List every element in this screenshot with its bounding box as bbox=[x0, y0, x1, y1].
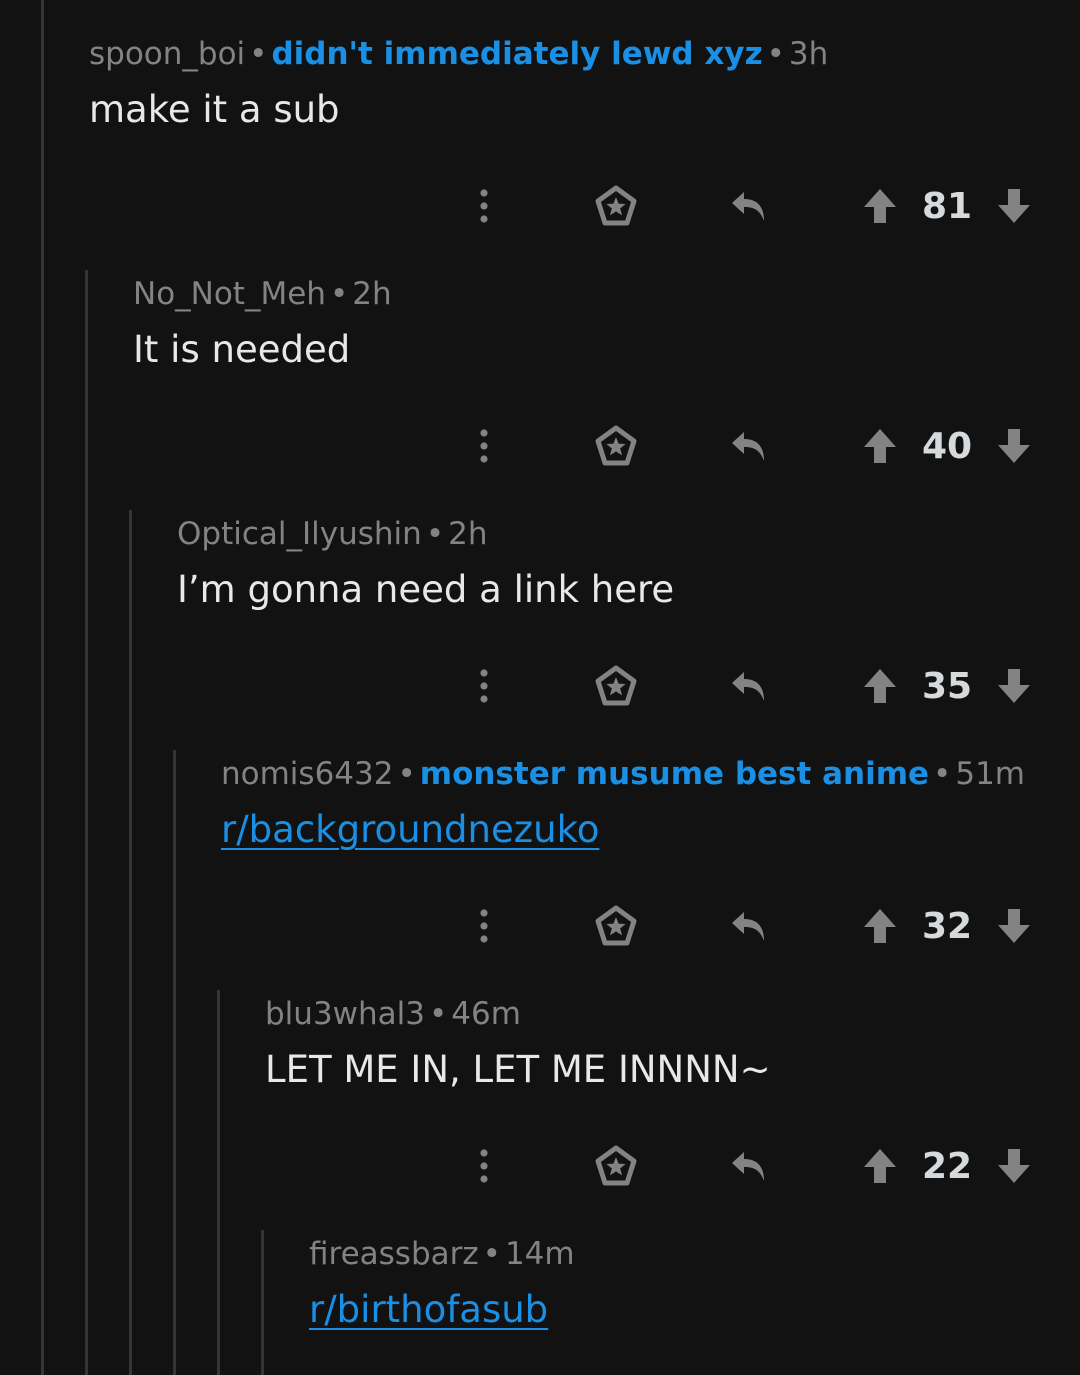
comment-username[interactable]: Optical_Ilyushin bbox=[177, 516, 422, 552]
downvote-arrow-icon[interactable] bbox=[992, 656, 1036, 716]
comment-username[interactable]: blu3whal3 bbox=[265, 996, 425, 1032]
comment-meta: blu3whal3 • 46m bbox=[265, 994, 1080, 1034]
vote-score: 81 bbox=[921, 185, 973, 227]
downvote-arrow-icon[interactable] bbox=[992, 416, 1036, 476]
comment-meta: fireassbarz • 14m bbox=[309, 1234, 1080, 1274]
more-options-icon[interactable] bbox=[466, 176, 502, 236]
comment-username[interactable]: spoon_boi bbox=[89, 36, 245, 72]
comment-username[interactable]: No_Not_Meh bbox=[133, 276, 326, 312]
upvote-arrow-icon[interactable] bbox=[858, 656, 902, 716]
more-options-icon[interactable] bbox=[466, 656, 502, 716]
upvote-arrow-icon[interactable] bbox=[858, 896, 902, 956]
meta-separator: • bbox=[425, 516, 445, 552]
user-flair: monster musume best anime bbox=[419, 756, 930, 792]
user-flair: didn't immediately lewd xyz bbox=[271, 36, 763, 72]
meta-separator: • bbox=[482, 1236, 501, 1272]
reply-icon[interactable] bbox=[722, 1136, 774, 1196]
comment-meta: Optical_Ilyushin • 2h bbox=[177, 514, 1080, 554]
comment: spoon_boi • didn't immediately lewd xyz • 3h… bbox=[89, 34, 1080, 133]
comment-username[interactable]: nomis6432 bbox=[221, 756, 393, 792]
comment-meta: No_Not_Meh • 2h bbox=[133, 274, 1080, 314]
comment-meta: nomis6432 • monster musume best anime • 51m bbox=[221, 754, 1080, 794]
comment: fireassbarz • 14m r/birthofasub bbox=[309, 1234, 1080, 1333]
comment: Optical_Ilyushin • 2h I’m gonna need a lin… bbox=[177, 514, 1080, 613]
meta-separator: • bbox=[933, 756, 952, 792]
comment-body: I’m gonna need a link here bbox=[177, 568, 675, 611]
subreddit-link[interactable]: r/birthofasub bbox=[309, 1288, 548, 1331]
award-icon[interactable] bbox=[588, 656, 644, 716]
more-options-icon[interactable] bbox=[466, 896, 502, 956]
comment-time: 51m bbox=[955, 756, 1025, 792]
award-icon[interactable] bbox=[588, 1136, 644, 1196]
downvote-arrow-icon[interactable] bbox=[992, 1136, 1036, 1196]
vote-score: 32 bbox=[921, 905, 973, 947]
thread-line-depth-3[interactable] bbox=[173, 750, 176, 1375]
more-options-icon[interactable] bbox=[466, 416, 502, 476]
comment-body: LET ME IN, LET ME INNNN~ bbox=[265, 1048, 771, 1091]
comment: No_Not_Meh • 2h It is needed bbox=[133, 274, 1080, 373]
comment-time: 2h bbox=[352, 276, 392, 312]
thread-line-depth-5[interactable] bbox=[261, 1230, 264, 1375]
comment-actions: 81 bbox=[0, 176, 1080, 236]
comment-time: 3h bbox=[788, 36, 829, 72]
comment: blu3whal3 • 46m LET ME IN, LET ME INNNN~ bbox=[265, 994, 1080, 1093]
comment-actions: 40 bbox=[0, 416, 1080, 476]
comment-time: 46m bbox=[451, 996, 521, 1032]
comment-body: r/birthofasub bbox=[309, 1287, 1080, 1333]
downvote-arrow-icon[interactable] bbox=[992, 896, 1036, 956]
vote-score: 35 bbox=[921, 665, 973, 707]
vote-score: 22 bbox=[921, 1145, 973, 1187]
meta-separator: • bbox=[429, 996, 448, 1032]
reply-icon[interactable] bbox=[722, 896, 774, 956]
reply-icon[interactable] bbox=[722, 176, 774, 236]
comment-body: It is needed bbox=[133, 328, 351, 371]
comment-time: 14m bbox=[504, 1236, 575, 1272]
comment-actions: 35 bbox=[0, 656, 1080, 716]
upvote-arrow-icon[interactable] bbox=[858, 416, 902, 476]
meta-separator: • bbox=[766, 36, 785, 72]
vote-score: 40 bbox=[921, 425, 973, 467]
comment-time: 2h bbox=[448, 516, 488, 552]
upvote-arrow-icon[interactable] bbox=[858, 176, 902, 236]
comment-actions: 22 bbox=[0, 1136, 1080, 1196]
reply-icon[interactable] bbox=[722, 416, 774, 476]
comment-username[interactable]: fireassbarz bbox=[309, 1236, 479, 1272]
comment-body: make it a sub bbox=[89, 88, 340, 131]
award-icon[interactable] bbox=[588, 416, 644, 476]
meta-separator: • bbox=[249, 36, 268, 72]
meta-separator: • bbox=[397, 756, 416, 792]
subreddit-link[interactable]: r/backgroundnezuko bbox=[221, 808, 599, 851]
award-icon[interactable] bbox=[588, 176, 644, 236]
more-options-icon[interactable] bbox=[466, 1136, 502, 1196]
comment-meta: spoon_boi • didn't immediately lewd xyz • 3h bbox=[89, 34, 1080, 74]
meta-separator: • bbox=[329, 276, 349, 312]
upvote-arrow-icon[interactable] bbox=[858, 1136, 902, 1196]
comment-actions: 32 bbox=[0, 896, 1080, 956]
reply-icon[interactable] bbox=[722, 656, 774, 716]
comment: nomis6432 • monster musume best anime • 51m … bbox=[221, 754, 1080, 853]
comment-body: r/backgroundnezuko bbox=[221, 807, 1080, 853]
downvote-arrow-icon[interactable] bbox=[992, 176, 1036, 236]
award-icon[interactable] bbox=[588, 896, 644, 956]
